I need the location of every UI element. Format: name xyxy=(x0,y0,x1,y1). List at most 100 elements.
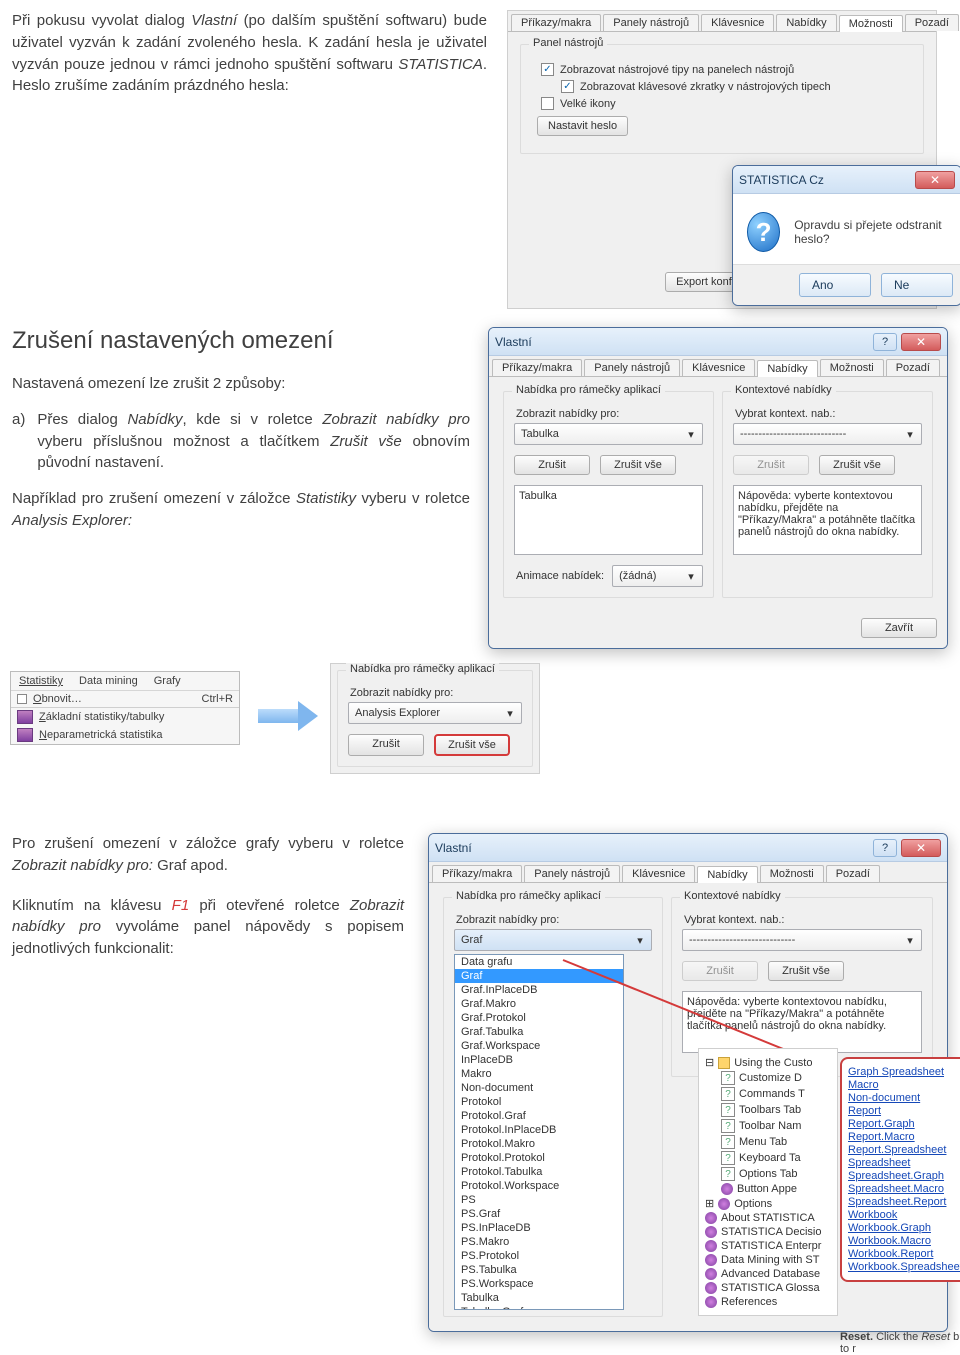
close-icon[interactable]: ✕ xyxy=(901,839,941,857)
tab-background[interactable]: Pozadí xyxy=(826,865,880,882)
dropdown-option[interactable]: Graf.Makro xyxy=(455,997,623,1011)
textarea-framemenu[interactable]: Tabulka xyxy=(514,485,703,555)
help-link[interactable]: Spreadsheet.Report xyxy=(848,1196,960,1208)
dropdown-option[interactable]: PS.Tabulka xyxy=(455,1263,623,1277)
help-link[interactable]: Report.Spreadsheet xyxy=(848,1144,960,1156)
combo-context[interactable]: -----------------------------▾ xyxy=(733,423,922,445)
tab-keyboard[interactable]: Klávesnice xyxy=(701,14,774,31)
tab-background[interactable]: Pozadí xyxy=(886,359,940,376)
dropdown-option[interactable]: Non-document xyxy=(455,1081,623,1095)
dropdown-option[interactable]: Graf.Workspace xyxy=(455,1039,623,1053)
dropdown-option[interactable]: PS.InPlaceDB xyxy=(455,1221,623,1235)
dropdown-option[interactable]: Protokol.InPlaceDB xyxy=(455,1123,623,1137)
combo-animation[interactable]: (žádná)▾ xyxy=(612,565,703,587)
dropdown-option[interactable]: Graf.InPlaceDB xyxy=(455,983,623,997)
tab-keyboard[interactable]: Klávesnice xyxy=(622,865,695,882)
dropdown-option[interactable]: PS.Graf xyxy=(455,1207,623,1221)
tab-options[interactable]: Možnosti xyxy=(839,15,903,32)
dropdown-option[interactable]: PS.Workspace xyxy=(455,1277,623,1291)
tab-menus[interactable]: Nabídky xyxy=(757,360,817,377)
btn-reset-all[interactable]: Zrušit vše xyxy=(600,455,676,475)
help-link[interactable]: Workbook.Report xyxy=(848,1248,960,1260)
help-tree[interactable]: ⊟Using the Custo ?Customize D ?Commands … xyxy=(705,1055,831,1309)
tab-options[interactable]: Možnosti xyxy=(760,865,824,882)
dropdown-option[interactable]: Makro xyxy=(455,1067,623,1081)
help-link[interactable]: Workbook.Graph xyxy=(848,1222,960,1234)
bullet-a: a) xyxy=(12,409,25,474)
btn-close[interactable]: Zavřít xyxy=(861,618,937,638)
btn-no[interactable]: Ne xyxy=(881,273,953,297)
dropdown-option[interactable]: Tabulka.Graf xyxy=(455,1305,623,1310)
help-link[interactable]: Spreadsheet.Macro xyxy=(848,1183,960,1195)
dropdown-option[interactable]: Data grafu xyxy=(455,955,623,969)
heading-cancel-restrictions: Zrušení nastavených omezení xyxy=(12,327,470,355)
combo-show-menus[interactable]: Tabulka▾ xyxy=(514,423,703,445)
tab-options[interactable]: Možnosti xyxy=(820,359,884,376)
tab-menus[interactable]: Nabídky xyxy=(697,866,757,883)
dropdown-option[interactable]: Protokol xyxy=(455,1095,623,1109)
combo-show-menus-open[interactable]: Graf▾ xyxy=(454,929,652,951)
help-link[interactable]: Spreadsheet xyxy=(848,1157,960,1169)
lbl-show: Zobrazit nabídky pro: xyxy=(350,687,522,699)
combo-analysis-explorer[interactable]: Analysis Explorer▾ xyxy=(348,702,522,724)
help-link[interactable]: Spreadsheet.Graph xyxy=(848,1170,960,1182)
dropdown-list[interactable]: Data grafuGrafGraf.InPlaceDBGraf.MakroGr… xyxy=(454,954,624,1310)
help-link[interactable]: Report.Graph xyxy=(848,1118,960,1130)
help-link[interactable]: Graph Spreadsheet xyxy=(848,1066,960,1078)
tab-toolbars[interactable]: Panely nástrojů xyxy=(603,14,699,31)
menu-item-basic-stats[interactable]: Základní statistiky/tabulky xyxy=(11,708,239,726)
dropdown-option[interactable]: Graf.Tabulka xyxy=(455,1025,623,1039)
help-link[interactable]: Macro xyxy=(848,1079,960,1091)
combo-context[interactable]: -----------------------------▾ xyxy=(682,929,922,951)
btn-ctx-reset: Zrušit xyxy=(682,961,758,981)
tab-keyboard[interactable]: Klávesnice xyxy=(682,359,755,376)
tab-menus[interactable]: Nabídky xyxy=(776,14,836,31)
dropdown-option[interactable]: PS.Protokol xyxy=(455,1249,623,1263)
tab-commands[interactable]: Příkazy/makra xyxy=(511,14,601,31)
dropdown-option[interactable]: Tabulka xyxy=(455,1291,623,1305)
dropdown-option[interactable]: Protokol.Workspace xyxy=(455,1179,623,1193)
dropdown-option[interactable]: Protokol.Makro xyxy=(455,1137,623,1151)
tab-commands[interactable]: Příkazy/makra xyxy=(432,865,522,882)
help-footer: Reset. Click the Reset button to r xyxy=(840,1331,960,1355)
tab-toolbars[interactable]: Panely nástrojů xyxy=(584,359,680,376)
dropdown-option[interactable]: Protokol.Protokol xyxy=(455,1151,623,1165)
help-link[interactable]: Workbook xyxy=(848,1209,960,1221)
close-icon[interactable]: ✕ xyxy=(901,333,941,351)
chk-show-tooltips[interactable]: ✓ Zobrazovat nástrojové tipy na panelech… xyxy=(541,63,913,76)
menu-item-nonparam[interactable]: Neparametrická statistika xyxy=(11,726,239,744)
help-icon[interactable]: ? xyxy=(873,333,897,351)
btn-ctx-reset-all[interactable]: Zrušit vše xyxy=(768,961,844,981)
btn-reset-all-highlighted[interactable]: Zrušit vše xyxy=(434,734,510,756)
tab-background[interactable]: Pozadí xyxy=(905,14,959,31)
dropdown-option[interactable]: InPlaceDB xyxy=(455,1053,623,1067)
help-link[interactable]: Non-document xyxy=(848,1092,960,1104)
dropdown-option[interactable]: Graf xyxy=(455,969,623,983)
menu-datamining[interactable]: Data mining xyxy=(71,672,146,690)
btn-reset[interactable]: Zrušit xyxy=(348,734,424,756)
btn-set-password[interactable]: Nastavit heslo xyxy=(537,116,628,136)
dropdown-option[interactable]: PS.Makro xyxy=(455,1235,623,1249)
dropdown-option[interactable]: Protokol.Tabulka xyxy=(455,1165,623,1179)
chk-show-shortcuts[interactable]: ✓ Zobrazovat klávesové zkratky v nástroj… xyxy=(561,80,913,93)
help-link[interactable]: Workbook.Macro xyxy=(848,1235,960,1247)
refresh-icon xyxy=(17,694,27,704)
menu-grafy[interactable]: Grafy xyxy=(146,672,189,690)
btn-yes[interactable]: Ano xyxy=(799,273,871,297)
topic-icon xyxy=(705,1282,717,1294)
help-link[interactable]: Report xyxy=(848,1105,960,1117)
help-link[interactable]: Workbook.Spreadsheet xyxy=(848,1261,960,1273)
help-link[interactable]: Report.Macro xyxy=(848,1131,960,1143)
dropdown-option[interactable]: PS xyxy=(455,1193,623,1207)
tab-commands[interactable]: Příkazy/makra xyxy=(492,359,582,376)
chk-large-icons[interactable]: Velké ikony xyxy=(541,97,913,110)
menu-statistiky[interactable]: Statistiky xyxy=(11,672,71,690)
dropdown-option[interactable]: Graf.Protokol xyxy=(455,1011,623,1025)
close-icon[interactable]: ✕ xyxy=(915,171,955,189)
dropdown-option[interactable]: Protokol.Graf xyxy=(455,1109,623,1123)
help-icon[interactable]: ? xyxy=(873,839,897,857)
tab-toolbars[interactable]: Panely nástrojů xyxy=(524,865,620,882)
btn-ctx-reset-all[interactable]: Zrušit vše xyxy=(819,455,895,475)
btn-reset[interactable]: Zrušit xyxy=(514,455,590,475)
menu-item-refresh[interactable]: OObnovit…bnovit… Ctrl+R xyxy=(11,691,239,707)
